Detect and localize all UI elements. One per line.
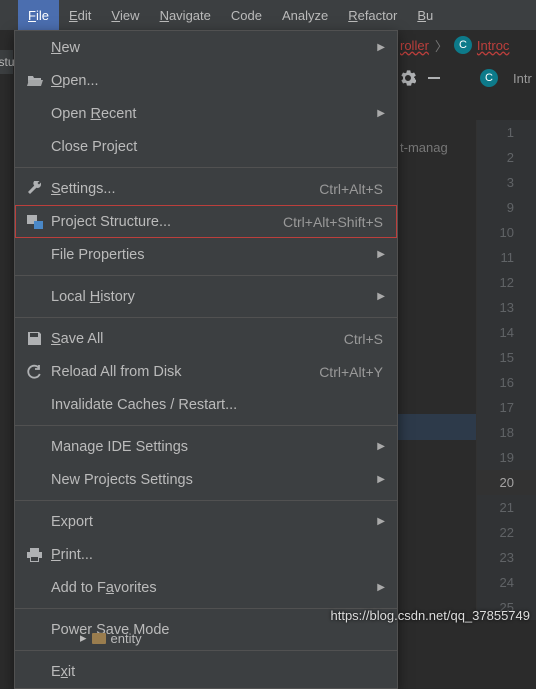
gutter-line: 19 xyxy=(477,445,536,470)
submenu-arrow-icon: ▶ xyxy=(377,42,385,53)
shortcut-text: Ctrl+S xyxy=(344,331,383,347)
menu-item-exit[interactable]: Exit xyxy=(15,655,397,688)
editor-gutter: 123910111213141516171819202122232425 xyxy=(476,120,536,620)
submenu-arrow-icon: ▶ xyxy=(377,441,385,452)
tree-arrow-icon: ▸ xyxy=(80,630,87,646)
gutter-line: 18 xyxy=(477,420,536,445)
menu-separator xyxy=(15,317,397,318)
menu-item-invalidate[interactable]: Invalidate Caches / Restart... xyxy=(15,388,397,421)
shortcut-text: Ctrl+Alt+Y xyxy=(319,364,383,380)
menu-file[interactable]: File xyxy=(18,0,59,30)
menu-build[interactable]: Bu xyxy=(407,0,443,30)
submenu-arrow-icon: ▶ xyxy=(377,474,385,485)
folder-icon xyxy=(92,633,106,644)
menu-item-close-project[interactable]: Close Project xyxy=(15,130,397,163)
bg-fragment: t-manag xyxy=(400,140,448,155)
gutter-line: 13 xyxy=(477,295,536,320)
menu-item-file-properties[interactable]: File Properties ▶ xyxy=(15,238,397,271)
reload-icon xyxy=(27,364,51,379)
menu-item-export[interactable]: Export ▶ xyxy=(15,505,397,538)
left-panel-stub: stu xyxy=(0,50,14,74)
menu-item-reload[interactable]: Reload All from Disk Ctrl+Alt+Y xyxy=(15,355,397,388)
menu-analyze[interactable]: Analyze xyxy=(272,0,338,30)
gutter-line: 20 xyxy=(477,470,536,495)
file-menu-dropdown: New ▶ Open... Open Recent ▶ Close Projec… xyxy=(14,30,398,689)
gutter-line: 14 xyxy=(477,320,536,345)
menu-item-settings[interactable]: Settings... Ctrl+Alt+S xyxy=(15,172,397,205)
menubar: File Edit View Navigate Code Analyze Ref… xyxy=(0,0,536,30)
breadcrumb-class: Introc xyxy=(477,38,510,53)
gutter-line: 3 xyxy=(477,170,536,195)
menu-item-add-favorites[interactable]: Add to Favorites ▶ xyxy=(15,571,397,604)
gutter-line: 10 xyxy=(477,220,536,245)
gutter-line: 9 xyxy=(477,195,536,220)
submenu-arrow-icon: ▶ xyxy=(377,249,385,260)
menu-item-open[interactable]: Open... xyxy=(15,64,397,97)
menu-refactor[interactable]: Refactor xyxy=(338,0,407,30)
tab-class-icon: C xyxy=(480,69,498,87)
menu-navigate[interactable]: Navigate xyxy=(150,0,221,30)
gutter-line: 24 xyxy=(477,570,536,595)
menu-view[interactable]: View xyxy=(101,0,149,30)
save-icon xyxy=(27,331,51,346)
menu-item-new-projects-settings[interactable]: New Projects Settings ▶ xyxy=(15,463,397,496)
menu-separator xyxy=(15,167,397,168)
open-folder-icon xyxy=(27,74,51,88)
menu-separator xyxy=(15,650,397,651)
gutter-line: 17 xyxy=(477,395,536,420)
submenu-arrow-icon: ▶ xyxy=(377,516,385,527)
gutter-line: 23 xyxy=(477,545,536,570)
gutter-line: 16 xyxy=(477,370,536,395)
breadcrumb-segment: roller xyxy=(400,38,429,53)
submenu-arrow-icon: ▶ xyxy=(377,108,385,119)
tree-label: entity xyxy=(111,631,142,646)
gutter-line: 11 xyxy=(477,245,536,270)
shortcut-text: Ctrl+Alt+S xyxy=(319,181,383,197)
class-icon: C xyxy=(454,36,472,54)
tab-label[interactable]: Intr xyxy=(513,71,532,86)
gear-icon[interactable] xyxy=(400,70,416,86)
submenu-arrow-icon: ▶ xyxy=(377,582,385,593)
project-structure-icon xyxy=(27,215,51,229)
menu-separator xyxy=(15,425,397,426)
minimize-icon[interactable] xyxy=(426,70,442,86)
shortcut-text: Ctrl+Alt+Shift+S xyxy=(283,214,383,230)
menu-item-manage-ide[interactable]: Manage IDE Settings ▶ xyxy=(15,430,397,463)
wrench-icon xyxy=(27,181,51,197)
menu-item-local-history[interactable]: Local History ▶ xyxy=(15,280,397,313)
gutter-line: 12 xyxy=(477,270,536,295)
menu-code[interactable]: Code xyxy=(221,0,272,30)
menu-item-open-recent[interactable]: Open Recent ▶ xyxy=(15,97,397,130)
submenu-arrow-icon: ▶ xyxy=(377,291,385,302)
menu-edit[interactable]: Edit xyxy=(59,0,101,30)
menu-item-save-all[interactable]: Save All Ctrl+S xyxy=(15,322,397,355)
menu-item-new[interactable]: New ▶ xyxy=(15,31,397,64)
menu-separator xyxy=(15,275,397,276)
gutter-line: 21 xyxy=(477,495,536,520)
gutter-line: 2 xyxy=(477,145,536,170)
menu-item-print[interactable]: Print... xyxy=(15,538,397,571)
gutter-line: 22 xyxy=(477,520,536,545)
watermark-text: https://blog.csdn.net/qq_37855749 xyxy=(331,608,531,623)
menu-separator xyxy=(15,500,397,501)
gutter-line: 15 xyxy=(477,345,536,370)
project-tree-item[interactable]: ▸ entity xyxy=(80,630,142,646)
print-icon xyxy=(27,548,51,562)
gutter-line: 1 xyxy=(477,120,536,145)
menu-item-project-structure[interactable]: Project Structure... Ctrl+Alt+Shift+S xyxy=(15,205,397,238)
